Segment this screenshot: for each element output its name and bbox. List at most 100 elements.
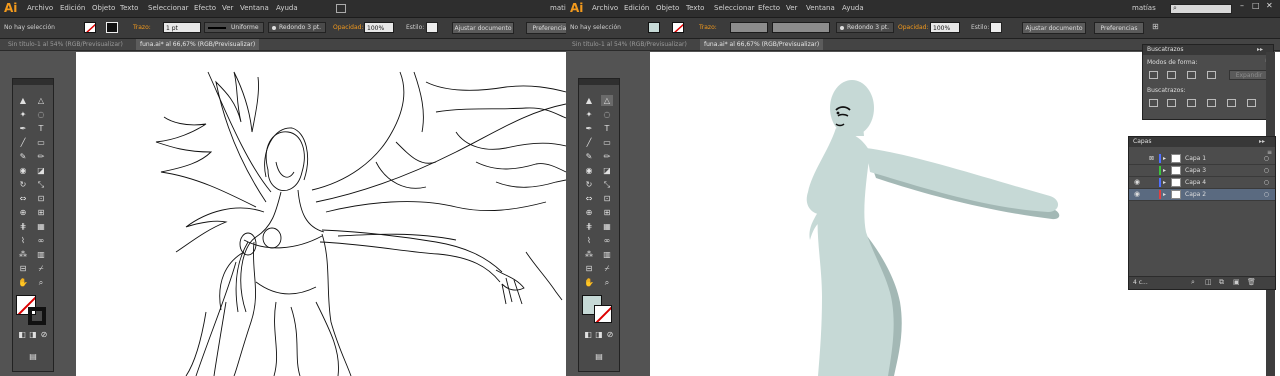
magic-wand-tool-icon[interactable]: ✦	[583, 109, 595, 120]
direct-selection-tool-icon[interactable]: △	[35, 95, 47, 106]
pencil-tool-icon[interactable]: ✏	[601, 151, 613, 162]
menu-ayuda[interactable]: Ayuda	[842, 4, 864, 12]
rectangle-tool-icon[interactable]: ▭	[35, 137, 47, 148]
symbol-sprayer-tool-icon[interactable]: ⁂	[17, 249, 29, 260]
mesh-tool-icon[interactable]: ⋕	[583, 221, 595, 232]
line-tool-icon[interactable]: ╱	[17, 137, 29, 148]
intersect-icon[interactable]	[1187, 71, 1196, 79]
none-mode-icon[interactable]: ⊘	[604, 329, 616, 340]
selection-tool-icon[interactable]: ▲	[583, 95, 595, 106]
menu-ventana[interactable]: Ventana	[806, 4, 835, 12]
blend-tool-icon[interactable]: ∞	[35, 235, 47, 246]
free-transform-tool-icon[interactable]: ⊡	[601, 193, 613, 204]
workspace-switcher-icon[interactable]	[336, 4, 346, 13]
minus-front-icon[interactable]	[1167, 71, 1176, 79]
layer-expand-icon[interactable]: ▸	[1163, 177, 1166, 188]
menu-texto[interactable]: Texto	[686, 4, 704, 12]
crop-icon[interactable]	[1207, 99, 1216, 107]
type-tool-icon[interactable]: T	[601, 123, 613, 134]
menu-efecto[interactable]: Efecto	[194, 4, 216, 12]
layer-name[interactable]: Capa 3	[1185, 165, 1206, 176]
blob-brush-tool-icon[interactable]: ◉	[17, 165, 29, 176]
free-transform-tool-icon[interactable]: ⊡	[35, 193, 47, 204]
panel-menu-icon[interactable]: ⊞	[1152, 22, 1159, 31]
eraser-tool-icon[interactable]: ◪	[35, 165, 47, 176]
perspective-grid-tool-icon[interactable]: ⊞	[35, 207, 47, 218]
zoom-tool-icon[interactable]: ⌕	[601, 277, 613, 288]
column-graph-tool-icon[interactable]: ▥	[601, 249, 613, 260]
stroke-swatch-icon[interactable]	[28, 307, 46, 325]
search-field[interactable]: ⌕	[1170, 4, 1232, 14]
gradient-tool-icon[interactable]: ▦	[35, 221, 47, 232]
paintbrush-tool-icon[interactable]: ✎	[17, 151, 29, 162]
width-tool-icon[interactable]: ⇔	[17, 193, 29, 204]
menu-ver[interactable]: Ver	[222, 4, 233, 12]
divide-icon[interactable]	[1149, 99, 1158, 107]
menu-ver[interactable]: Ver	[786, 4, 797, 12]
artboard-tool-icon[interactable]: ⊟	[583, 263, 595, 274]
paintbrush-tool-icon[interactable]: ✎	[583, 151, 595, 162]
tab-untitled[interactable]: Sin título-1 al 54% (RGB/Previsualizar)	[4, 39, 127, 50]
column-graph-tool-icon[interactable]: ▥	[35, 249, 47, 260]
scale-tool-icon[interactable]: ⤡	[601, 179, 613, 190]
line-tool-icon[interactable]: ╱	[583, 137, 595, 148]
tools-panel-header[interactable]	[579, 79, 619, 85]
width-tool-icon[interactable]: ⇔	[583, 193, 595, 204]
menu-edicion[interactable]: Edición	[624, 4, 649, 12]
layer-target-icon[interactable]: ○	[1264, 153, 1269, 164]
pen-tool-icon[interactable]: ✒	[583, 123, 595, 134]
eyedropper-tool-icon[interactable]: ⌇	[583, 235, 595, 246]
new-layer-icon[interactable]: ▣	[1233, 278, 1240, 286]
minimize-window-icon[interactable]: –	[1240, 1, 1244, 10]
unite-icon[interactable]	[1149, 71, 1158, 79]
opacity-field[interactable]: 100%	[930, 22, 960, 33]
screen-mode-icon[interactable]: ▤	[27, 351, 39, 362]
menu-archivo[interactable]: Archivo	[592, 4, 618, 12]
layer-row-capa-3[interactable]: ▸ Capa 3 ○	[1129, 165, 1275, 177]
delete-layer-icon[interactable]: 🗑	[1247, 278, 1256, 286]
locate-object-icon[interactable]: ⌕	[1191, 278, 1195, 287]
layer-lock-icon[interactable]: ⊠	[1149, 153, 1154, 164]
lasso-tool-icon[interactable]: ◌	[601, 109, 613, 120]
brush-definition-dropdown[interactable]: Redondo 3 pt.	[836, 22, 894, 33]
opacity-field[interactable]: 100%	[364, 22, 394, 33]
preferences-button[interactable]: Preferencias	[1094, 22, 1144, 34]
expand-button[interactable]: Expandir	[1229, 70, 1269, 80]
menu-seleccionar[interactable]: Seleccionar	[148, 4, 189, 12]
symbol-sprayer-tool-icon[interactable]: ⁂	[583, 249, 595, 260]
stroke-weight-field[interactable]: 1 pt	[163, 22, 201, 33]
close-window-icon[interactable]: ✕	[1266, 1, 1273, 10]
layer-expand-icon[interactable]: ▸	[1163, 165, 1166, 176]
style-swatch[interactable]	[426, 22, 438, 33]
artboard[interactable]	[76, 52, 566, 376]
outline-icon[interactable]	[1227, 99, 1236, 107]
screen-mode-icon[interactable]: ▤	[593, 351, 605, 362]
blob-brush-tool-icon[interactable]: ◉	[583, 165, 595, 176]
layer-name[interactable]: Capa 2	[1185, 189, 1206, 200]
layer-target-icon[interactable]: ○	[1264, 177, 1269, 188]
layer-expand-icon[interactable]: ▸	[1163, 189, 1166, 200]
menu-seleccionar[interactable]: Seleccionar	[714, 4, 755, 12]
layer-name[interactable]: Capa 4	[1185, 177, 1206, 188]
tools-panel-header[interactable]	[13, 79, 53, 85]
magic-wand-tool-icon[interactable]: ✦	[17, 109, 29, 120]
menu-archivo[interactable]: Archivo	[27, 4, 53, 12]
layer-target-icon[interactable]: ○	[1264, 189, 1269, 200]
menu-objeto[interactable]: Objeto	[656, 4, 679, 12]
make-clipping-mask-icon[interactable]: ◫	[1205, 278, 1212, 286]
tab-funa[interactable]: funa.ai* al 66,67% (RGB/Previsualizar)	[136, 39, 260, 50]
tab-funa[interactable]: funa.ai* al 66,67% (RGB/Previsualizar)	[700, 39, 824, 50]
layer-row-capa-1[interactable]: ⊠ ▸ Capa 1 ○	[1129, 153, 1275, 165]
zoom-tool-icon[interactable]: ⌕	[35, 277, 47, 288]
stroke-swatch-icon[interactable]	[594, 305, 612, 323]
brush-definition-dropdown[interactable]: Redondo 3 pt.	[268, 22, 326, 33]
shape-builder-tool-icon[interactable]: ⊕	[583, 207, 595, 218]
panel-collapse-icon[interactable]: ▸▸	[1259, 138, 1265, 145]
menu-efecto[interactable]: Efecto	[758, 4, 780, 12]
fill-swatch-icon[interactable]	[84, 22, 96, 33]
tab-untitled[interactable]: Sin título-1 al 54% (RGB/Previsualizar)	[568, 39, 691, 50]
gradient-tool-icon[interactable]: ▦	[601, 221, 613, 232]
layer-target-icon[interactable]: ○	[1264, 165, 1269, 176]
menu-ventana[interactable]: Ventana	[240, 4, 269, 12]
direct-selection-tool-icon[interactable]: △	[601, 95, 613, 106]
